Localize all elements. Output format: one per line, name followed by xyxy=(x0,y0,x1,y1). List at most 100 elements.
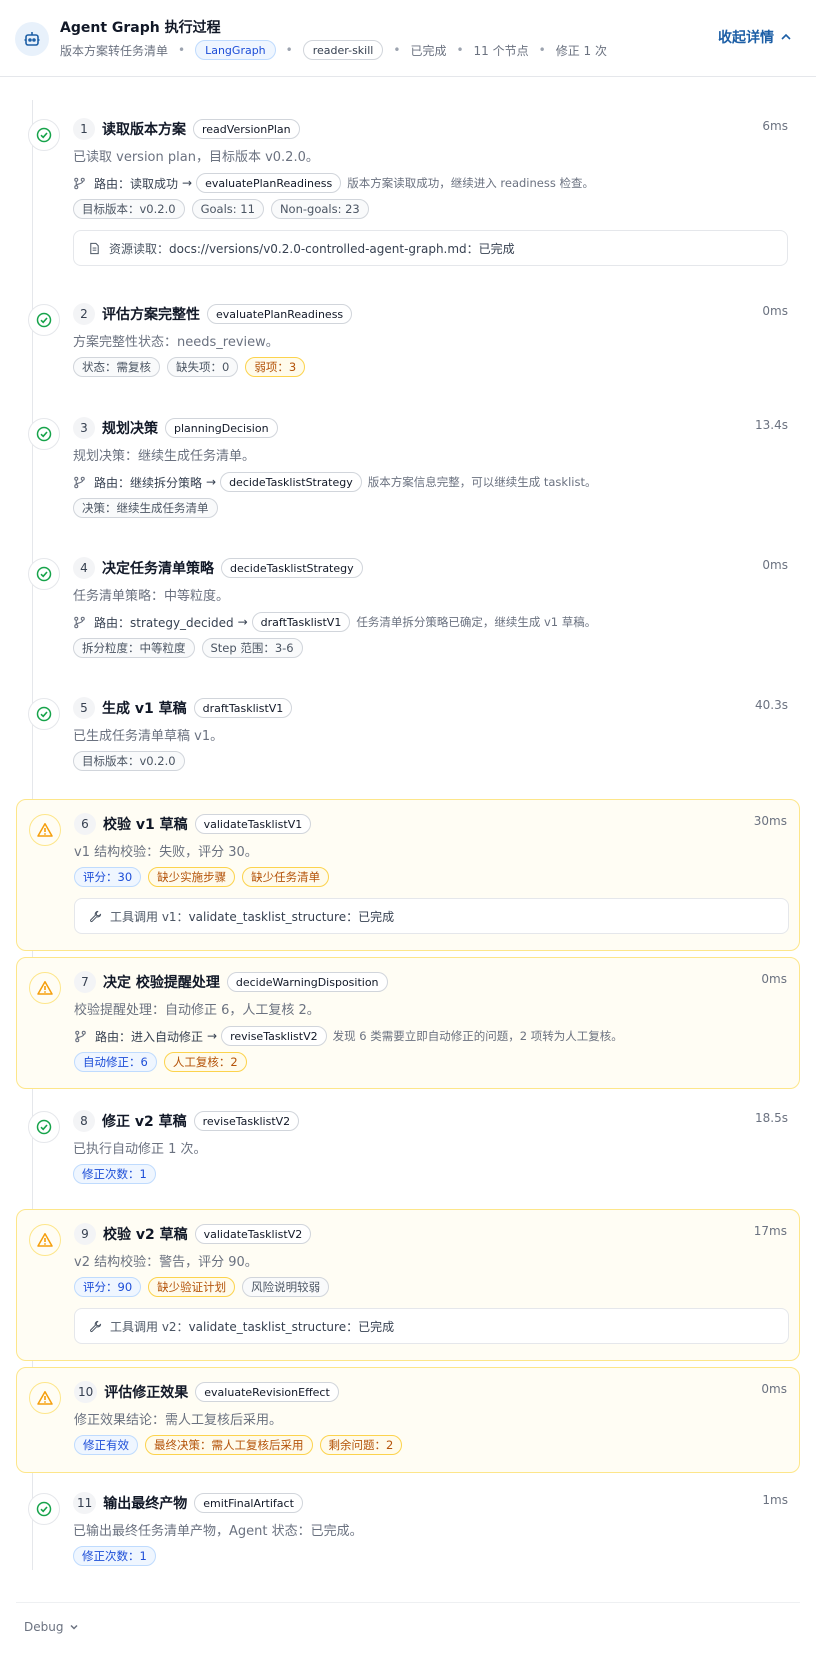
tag-badge: 拆分粒度：中等粒度 xyxy=(73,638,195,658)
step-header: 3 规划决策 planningDecision xyxy=(73,417,278,439)
step-duration: 30ms xyxy=(753,814,787,828)
check-circle-icon xyxy=(28,1111,60,1143)
robot-icon xyxy=(15,22,49,56)
route-target-badge[interactable]: decideTasklistStrategy xyxy=(220,472,362,492)
step-summary: 已读取 version plan，目标版本 v0.2.0。 xyxy=(73,150,319,165)
tag-badge: 目标版本：v0.2.0 xyxy=(73,751,185,771)
step-number: 3 xyxy=(73,417,95,439)
skill-badge: reader-skill xyxy=(302,40,384,60)
tool-call-value: validate_tasklist_structure：已完成 xyxy=(188,909,395,924)
tag-badge: 人工复核：2 xyxy=(163,1052,247,1072)
tool-call-text: 工具调用 v2：validate_tasklist_structure：已完成 xyxy=(110,1318,394,1335)
step-number: 6 xyxy=(74,813,96,835)
node-id-badge: emitFinalArtifact xyxy=(194,1493,303,1513)
warning-icon xyxy=(29,1382,61,1414)
tool-call-box: 资源读取：docs://versions/v0.2.0-controlled-a… xyxy=(73,230,788,266)
step-title: 输出最终产物 xyxy=(103,1496,188,1512)
route-label: 路由：继续拆分策略 xyxy=(94,475,203,490)
branch-icon xyxy=(74,177,85,189)
step-duration: 0ms xyxy=(762,304,788,318)
check-circle-icon xyxy=(28,698,60,730)
graph-subtitle: 版本方案转任务清单 xyxy=(60,43,169,58)
step-card: 7 决定 校验提醒处理 decideWarningDisposition 0ms 校验提… xyxy=(16,957,800,1089)
collapse-label: 收起详情 xyxy=(718,30,774,46)
step-title: 规划决策 xyxy=(102,421,158,437)
tag-badge: 弱项：3 xyxy=(245,357,306,377)
tool-call-text: 工具调用 v1：validate_tasklist_structure：已完成 xyxy=(110,908,394,925)
warning-icon xyxy=(29,814,61,846)
step-header: 8 修正 v2 草稿 reviseTasklistV2 xyxy=(73,1110,300,1132)
route-target-badge[interactable]: reviseTasklistV2 xyxy=(221,1026,327,1046)
collapse-details-button[interactable]: 收起详情 xyxy=(718,27,792,47)
step-duration: 13.4s xyxy=(755,418,788,432)
tool-call-label: 工具调用 v2： xyxy=(110,1319,189,1334)
step-card: 2 评估方案完整性 evaluatePlanReadiness 0ms 方案完整性状态：… xyxy=(16,290,800,400)
debug-toggle[interactable]: Debug xyxy=(24,1620,79,1634)
step-card: 4 决定任务清单策略 decideTasklistStrategy 0ms 任务清单策略… xyxy=(16,544,800,674)
step-duration: 6ms xyxy=(762,119,788,133)
step-header: 7 决定 校验提醒处理 decideWarningDisposition xyxy=(74,971,388,993)
step-header: 2 评估方案完整性 evaluatePlanReadiness xyxy=(73,303,353,325)
step-number: 8 xyxy=(73,1110,95,1132)
route-label: 路由：进入自动修正 xyxy=(95,1029,204,1044)
route-line: 路由：进入自动修正 → reviseTasklistV2 发现 6 类需要立即自动修正… xyxy=(74,1025,623,1047)
tag-badge: 缺少实施步骤 xyxy=(148,867,236,887)
tool-call-label: 工具调用 v1： xyxy=(110,909,189,924)
step-card: 9 校验 v2 草稿 validateTasklistV2 17ms v2 结构校验：警… xyxy=(16,1209,800,1361)
step-title: 校验 v1 草稿 xyxy=(103,817,188,833)
route-line: 路由：strategy_decided → draftTasklistV1 任务清单拆… xyxy=(73,611,596,633)
tool-call-value: validate_tasklist_structure：已完成 xyxy=(188,1319,395,1334)
step-header: 1 读取版本方案 readVersionPlan xyxy=(73,118,300,140)
node-id-badge: evaluatePlanReadiness xyxy=(207,304,353,324)
tag-badge: 最终决策：需人工复核后采用 xyxy=(145,1435,313,1455)
step-header: 10 评估修正效果 evaluateRevisionEffect xyxy=(74,1381,339,1403)
arrow-icon: → xyxy=(237,615,248,629)
node-id-badge: draftTasklistV1 xyxy=(193,698,293,718)
route-note: 版本方案读取成功，继续进入 readiness 检查。 xyxy=(347,176,594,190)
route-target-badge[interactable]: draftTasklistV1 xyxy=(251,612,351,632)
step-number: 7 xyxy=(74,971,96,993)
tag-badge: 评分：30 xyxy=(74,867,142,887)
footer-divider xyxy=(16,1602,800,1603)
step-header: 11 输出最终产物 emitFinalArtifact xyxy=(73,1492,303,1514)
route-label: 路由：读取成功 xyxy=(94,176,179,191)
check-circle-icon xyxy=(28,418,60,450)
check-circle-icon xyxy=(28,119,60,151)
tag-row: 自动修正：6 人工复核：2 xyxy=(74,1052,247,1072)
tag-badge: 修正次数：1 xyxy=(73,1546,156,1566)
tool-call-text: 资源读取：docs://versions/v0.2.0-controlled-a… xyxy=(109,240,515,257)
step-title: 生成 v1 草稿 xyxy=(102,701,187,717)
step-summary: 已生成任务清单草稿 v1。 xyxy=(73,729,224,744)
node-id-badge: decideWarningDisposition xyxy=(226,972,388,992)
tag-badge: 修正次数：1 xyxy=(73,1164,156,1184)
tool-call-label: 资源读取： xyxy=(109,241,170,256)
step-number: 2 xyxy=(73,303,95,325)
graph-header: Agent Graph 执行过程 版本方案转任务清单 • LangGraph •… xyxy=(0,0,816,77)
arrow-icon: → xyxy=(182,176,193,190)
tag-row: 修正有效 最终决策：需人工复核后采用 剩余问题：2 xyxy=(74,1435,403,1455)
step-number: 4 xyxy=(73,557,95,579)
step-duration: 0ms xyxy=(761,972,787,986)
route-note: 任务清单拆分策略已确定，继续生成 v1 草稿。 xyxy=(356,615,597,629)
tag-badge: Non-goals: 23 xyxy=(270,199,369,219)
step-card: 6 校验 v1 草稿 validateTasklistV1 30ms v1 结构校验：失… xyxy=(16,799,800,951)
route-label: 路由：strategy_decided xyxy=(94,615,234,630)
step-summary: 任务清单策略：中等粒度。 xyxy=(73,589,230,604)
graph-title: Agent Graph 执行过程 xyxy=(60,20,221,36)
tool-call-box: 工具调用 v2：validate_tasklist_structure：已完成 xyxy=(74,1308,789,1344)
step-header: 4 决定任务清单策略 decideTasklistStrategy xyxy=(73,557,363,579)
route-line: 路由：继续拆分策略 → decideTasklistStrategy 版本方案信息完整… xyxy=(73,471,596,493)
step-title: 读取版本方案 xyxy=(102,122,186,138)
route-target-badge[interactable]: evaluatePlanReadiness xyxy=(196,173,342,193)
step-number: 10 xyxy=(74,1381,98,1403)
step-duration: 1ms xyxy=(762,1493,788,1507)
node-id-badge: validateTasklistV2 xyxy=(194,1224,312,1244)
step-duration: 40.3s xyxy=(755,698,788,712)
step-card: 10 评估修正效果 evaluateRevisionEffect 0ms 修正效果结论：… xyxy=(16,1367,800,1473)
tag-badge: 缺失项：0 xyxy=(167,357,239,377)
tag-row: 修正次数：1 xyxy=(73,1164,156,1184)
status-text: 已完成 xyxy=(410,43,447,58)
step-card: 1 读取版本方案 readVersionPlan 6ms 已读取 version pla… xyxy=(16,105,800,285)
tag-badge: 目标版本：v0.2.0 xyxy=(73,199,185,219)
check-circle-icon xyxy=(28,558,60,590)
